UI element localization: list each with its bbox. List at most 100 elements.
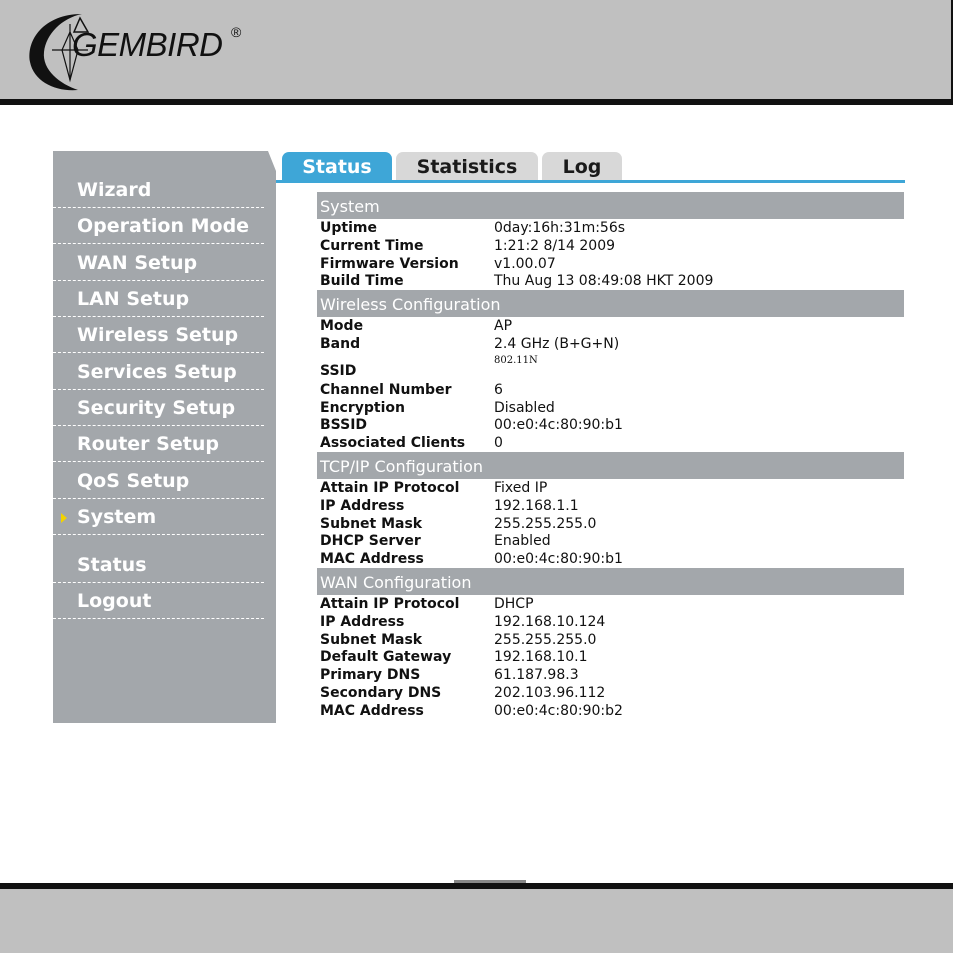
sidebar-item-router-setup[interactable]: Router Setup	[53, 426, 264, 462]
row-label: Associated Clients	[320, 435, 466, 452]
sidebar-item-label: LAN Setup	[77, 288, 190, 310]
row-value: 0	[494, 435, 503, 452]
sidebar-item-security-setup[interactable]: Security Setup	[53, 390, 264, 426]
row-value: 00:e0:4c:80:90:b2	[494, 702, 623, 719]
row-value: 255.255.255.0	[494, 515, 597, 532]
tab-log-label: Log	[562, 156, 602, 178]
info-row-attain-ip-protocol: Attain IP Protocol DHCP	[317, 595, 904, 613]
info-row-default-gateway: Default Gateway 192.168.10.1	[317, 648, 904, 666]
tab-status[interactable]: Status	[282, 152, 392, 181]
active-arrow-icon	[61, 513, 67, 523]
sidebar-item-label: Logout	[77, 590, 152, 612]
row-value: 802.11N	[494, 354, 538, 366]
sidebar-item-label: Services Setup	[77, 361, 237, 383]
sidebar-item-label: Security Setup	[77, 397, 236, 419]
row-label: SSID	[320, 362, 357, 379]
row-label: Channel Number	[320, 381, 452, 398]
tab-statistics[interactable]: Statistics	[396, 152, 538, 181]
row-value: Disabled	[494, 399, 555, 416]
row-label: Band	[320, 335, 361, 352]
row-label: Build Time	[320, 273, 404, 290]
tab-statistics-label: Statistics	[416, 156, 518, 178]
row-label: IP Address	[320, 613, 405, 630]
sidebar-item-services-setup[interactable]: Services Setup	[53, 353, 264, 390]
row-value: 0day:16h:31m:56s	[494, 220, 626, 236]
sidebar-item-label: Wireless Setup	[77, 324, 239, 346]
info-row-encryption: Encryption Disabled	[317, 399, 904, 417]
page-header: GEMBIRD ®	[0, 0, 953, 105]
row-value: 255.255.255.0	[494, 631, 597, 648]
info-row-bssid: BSSID 00:e0:4c:80:90:b1	[317, 416, 904, 434]
row-label: MAC Address	[320, 702, 424, 719]
sidebar-item-qos-setup[interactable]: QoS Setup	[53, 462, 264, 499]
row-value: 00:e0:4c:80:90:b1	[494, 417, 623, 434]
tab-underline	[276, 180, 905, 183]
sidebar-item-wizard[interactable]: Wizard	[53, 151, 264, 208]
info-row-ip-address: IP Address 192.168.10.124	[317, 613, 904, 631]
section-header-wan-configuration: WAN Configuration	[317, 567, 904, 595]
row-value: 00:e0:4c:80:90:b1	[494, 551, 623, 568]
info-row-uptime: Uptime 0day:16h:31m:56s	[317, 219, 904, 237]
sidebar-item-system[interactable]: System	[53, 499, 264, 535]
info-row-dhcp-server: DHCP Server Enabled	[317, 532, 904, 550]
row-label: Uptime	[320, 220, 377, 236]
tab-log[interactable]: Log	[542, 152, 622, 181]
row-value: 202.103.96.112	[494, 684, 606, 701]
row-value: 2.4 GHz (B+G+N)	[494, 335, 620, 352]
section-header-tcp-ip-configuration: TCP/IP Configuration	[317, 451, 904, 479]
page-footer	[0, 883, 953, 953]
info-row-primary-dns: Primary DNS 61.187.98.3	[317, 666, 904, 684]
sidebar-item-label: Wizard	[77, 179, 152, 201]
info-row-ssid: SSID 802.11N	[317, 353, 904, 381]
sidebar-item-logout[interactable]: Logout	[53, 583, 264, 619]
row-value: 61.187.98.3	[494, 667, 579, 684]
sidebar-item-label: System	[77, 506, 157, 528]
info-row-band: Band 2.4 GHz (B+G+N)	[317, 335, 904, 353]
info-row-ip-address: IP Address 192.168.1.1	[317, 497, 904, 515]
info-row-subnet-mask: Subnet Mask 255.255.255.0	[317, 631, 904, 649]
row-label: Primary DNS	[320, 667, 421, 684]
status-content: System Uptime 0day:16h:31m:56s Current Time…	[317, 192, 904, 720]
row-label: Encryption	[320, 399, 405, 416]
sidebar-item-lan-setup[interactable]: LAN Setup	[53, 281, 264, 317]
info-row-firmware-version: Firmware Version v1.00.07	[317, 255, 904, 273]
row-value: 6	[494, 381, 503, 398]
row-value: AP	[494, 318, 513, 335]
sidebar-item-label: QoS Setup	[77, 470, 190, 492]
row-value: v1.00.07	[494, 255, 556, 272]
row-value: Thu Aug 13 08:49:08 HKT 2009	[494, 273, 714, 290]
row-value: Enabled	[494, 533, 551, 550]
row-label: MAC Address	[320, 551, 424, 568]
info-row-subnet-mask: Subnet Mask 255.255.255.0	[317, 515, 904, 533]
sidebar-corner-notch	[268, 151, 276, 171]
info-row-attain-ip-protocol: Attain IP Protocol Fixed IP	[317, 479, 904, 497]
row-label: Attain IP Protocol	[320, 595, 460, 612]
section-header-system: System	[317, 192, 904, 219]
row-label: Firmware Version	[320, 255, 459, 272]
sidebar-nav: Wizard Operation Mode WAN Setup LAN Setup Wi…	[53, 151, 276, 723]
sidebar-item-label: Status	[77, 554, 147, 576]
row-label: BSSID	[320, 417, 368, 434]
tab-status-label: Status	[302, 156, 372, 178]
sidebar-item-status[interactable]: Status	[53, 547, 264, 583]
row-label: Subnet Mask	[320, 631, 423, 648]
sidebar-item-operation-mode[interactable]: Operation Mode	[53, 208, 264, 244]
sidebar-item-wireless-setup[interactable]: Wireless Setup	[53, 317, 264, 353]
info-row-mac-address: MAC Address 00:e0:4c:80:90:b2	[317, 702, 904, 720]
sidebar-item-label: WAN Setup	[77, 252, 198, 274]
info-row-channel-number: Channel Number 6	[317, 381, 904, 399]
section-header-wireless-configuration: Wireless Configuration	[317, 290, 904, 318]
info-row-associated-clients: Associated Clients 0	[317, 434, 904, 452]
info-row-mode: Mode AP	[317, 317, 904, 335]
row-label: Subnet Mask	[320, 515, 423, 532]
sidebar-item-wan-setup[interactable]: WAN Setup	[53, 244, 264, 281]
row-label: DHCP Server	[320, 533, 421, 550]
row-label: IP Address	[320, 497, 405, 514]
info-row-build-time: Build Time Thu Aug 13 08:49:08 HKT 2009	[317, 272, 904, 290]
row-value: 192.168.10.1	[494, 649, 588, 666]
row-label: Secondary DNS	[320, 684, 442, 701]
info-row-secondary-dns: Secondary DNS 202.103.96.112	[317, 684, 904, 702]
row-value: 192.168.1.1	[494, 497, 579, 514]
row-label: Attain IP Protocol	[320, 479, 460, 496]
info-row-current-time: Current Time 1:21:2 8/14 2009	[317, 237, 904, 255]
